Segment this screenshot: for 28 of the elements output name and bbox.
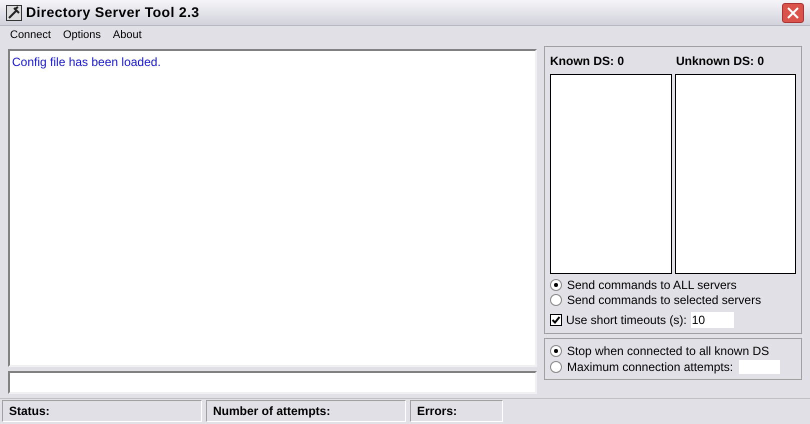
radio-button[interactable] xyxy=(550,294,562,306)
hammer-icon xyxy=(6,4,22,20)
log-line: Config file has been loaded. xyxy=(12,54,162,71)
window-title: Directory Server Tool 2.3 xyxy=(26,3,200,22)
menu-item[interactable]: Options xyxy=(56,27,107,44)
menu-item[interactable]: About xyxy=(106,27,148,44)
radio-label: Stop when connected to all known DS xyxy=(567,343,770,360)
checkbox-label: Use short timeouts (s): xyxy=(566,312,687,329)
radio-button[interactable] xyxy=(550,345,562,357)
unknown-ds-list[interactable] xyxy=(674,74,796,274)
status-field: Errors: xyxy=(410,400,503,422)
known-ds-list[interactable] xyxy=(550,74,672,274)
radio-label: Send commands to selected servers xyxy=(567,292,762,308)
attempts-field[interactable] xyxy=(739,360,780,374)
close-icon xyxy=(787,6,799,18)
known-ds-label: Known DS: 0 xyxy=(550,53,625,70)
timeout-field[interactable]: 10 xyxy=(690,312,734,328)
checkbox[interactable] xyxy=(550,314,562,326)
radio-button[interactable] xyxy=(550,361,562,373)
close-button[interactable] xyxy=(782,2,804,22)
radio-button[interactable] xyxy=(550,278,562,290)
unknown-ds-label: Unknown DS: 0 xyxy=(676,53,764,70)
radio-label: Maximum connection attempts: xyxy=(567,359,734,376)
status-field: Number of attempts: xyxy=(206,400,406,422)
radio-label: Send commands to ALL servers xyxy=(567,276,737,294)
menu-item[interactable]: Connect xyxy=(4,27,57,44)
status-field: Status: xyxy=(2,400,202,422)
command-field[interactable] xyxy=(8,371,537,394)
